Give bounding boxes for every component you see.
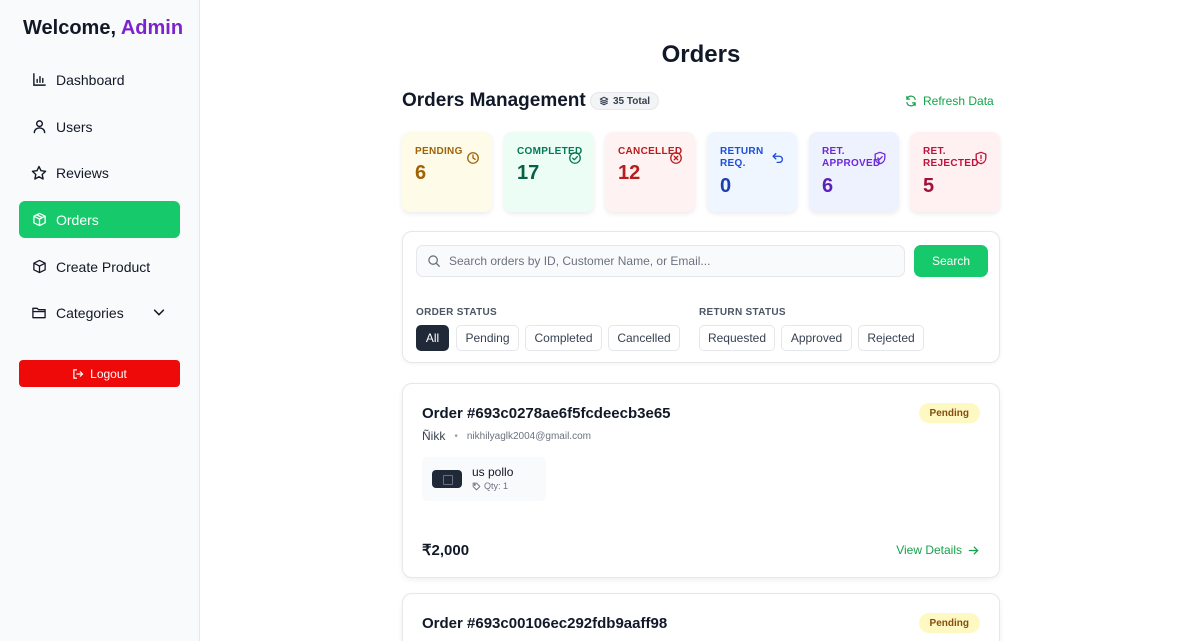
- status-badge: Pending: [918, 403, 980, 423]
- tag-icon: [472, 482, 484, 491]
- stat-label: CANCELLED: [618, 146, 683, 157]
- stat-value: 17: [517, 162, 540, 184]
- sidebar-item-label: Dashboard: [56, 71, 125, 88]
- x-circle-icon: [669, 151, 683, 165]
- logout-button[interactable]: Logout: [19, 360, 180, 387]
- stat-value: 5: [923, 175, 935, 197]
- sidebar-item-reviews[interactable]: Reviews: [19, 154, 180, 191]
- return-status-label: RETURN STATUS: [699, 307, 786, 318]
- total-badge: 35 Total: [590, 92, 660, 110]
- welcome-prefix: Welcome,: [23, 17, 116, 39]
- shield-check-icon: [873, 151, 887, 165]
- view-details-link[interactable]: View Details: [896, 543, 979, 557]
- separator-dot: •: [454, 430, 458, 442]
- order-id: Order #693c0278ae6f5fcdeecb3e65: [422, 405, 671, 422]
- filter-return-requested[interactable]: Requested: [699, 325, 775, 351]
- folder-icon: [31, 305, 47, 321]
- sidebar-item-label: Orders: [56, 211, 99, 228]
- view-details-label: View Details: [896, 543, 962, 557]
- order-item: us pollo Qty: 1: [422, 457, 546, 501]
- customer-name: Ñikk: [422, 429, 446, 443]
- stat-card-ret-approved[interactable]: RET. APPROVED 6: [809, 132, 899, 212]
- item-name: us pollo: [472, 465, 514, 479]
- customer-email: nikhilyaglk2004@gmail.com: [466, 430, 591, 442]
- filter-card: Search ORDER STATUS All Pending Complete…: [402, 231, 1000, 363]
- stat-card-return-req[interactable]: RETURN REQ. 0: [707, 132, 797, 212]
- search-box: [416, 245, 905, 277]
- stat-label: RETURN REQ.: [720, 146, 764, 169]
- star-icon: [31, 165, 47, 181]
- box-icon: [31, 259, 47, 275]
- search-input[interactable]: [449, 254, 889, 268]
- search-button[interactable]: Search: [914, 245, 988, 277]
- sidebar: Welcome, Admin Dashboard Users Reviews O…: [0, 0, 200, 641]
- order-card[interactable]: Order #693c0278ae6f5fcdeecb3e65 Pending …: [402, 383, 1000, 578]
- logout-label: Logout: [90, 366, 127, 381]
- order-price: ₹2,000: [422, 542, 470, 559]
- sidebar-item-categories[interactable]: Categories: [19, 294, 180, 331]
- order-card[interactable]: Order #693c00106ec292fdb9aaff98 Pending: [402, 593, 1000, 641]
- product-thumbnail: [432, 470, 462, 488]
- stat-label: PENDING: [415, 146, 463, 157]
- stat-value: 6: [822, 175, 834, 197]
- refresh-icon: [905, 95, 923, 107]
- welcome-name: Admin: [120, 17, 184, 39]
- undo-icon: [771, 151, 785, 165]
- shield-alert-icon: [974, 151, 988, 165]
- sidebar-item-create-product[interactable]: Create Product: [19, 248, 180, 285]
- sidebar-item-orders[interactable]: Orders: [19, 201, 180, 238]
- package-icon: [31, 212, 47, 228]
- order-status-label: ORDER STATUS: [416, 307, 498, 318]
- stat-label: RET. REJECTED: [923, 146, 979, 169]
- refresh-data-button[interactable]: Refresh Data: [905, 94, 994, 108]
- page-title: Orders: [661, 41, 741, 68]
- stat-card-ret-rejected[interactable]: RET. REJECTED 5: [910, 132, 1000, 212]
- status-badge: Pending: [918, 613, 980, 633]
- sidebar-item-label: Create Product: [56, 258, 151, 275]
- arrow-right-icon: [962, 545, 979, 556]
- filter-order-cancelled[interactable]: Cancelled: [608, 325, 680, 351]
- filter-return-approved[interactable]: Approved: [781, 325, 852, 351]
- filter-order-pending[interactable]: Pending: [456, 325, 519, 351]
- stat-card-completed[interactable]: COMPLETED 17: [504, 132, 594, 212]
- total-badge-label: 35 Total: [613, 95, 651, 107]
- user-icon: [31, 119, 47, 135]
- stat-value: 12: [618, 162, 641, 184]
- order-id: Order #693c00106ec292fdb9aaff98: [422, 615, 668, 632]
- bar-chart-icon: [31, 72, 47, 88]
- sidebar-item-label: Categories: [56, 304, 124, 321]
- sidebar-item-label: Users: [56, 118, 93, 135]
- search-icon: [427, 254, 441, 268]
- stat-label: RET. APPROVED: [822, 146, 881, 169]
- filter-return-rejected[interactable]: Rejected: [858, 325, 924, 351]
- stat-card-pending[interactable]: PENDING 6: [402, 132, 492, 212]
- stat-card-cancelled[interactable]: CANCELLED 12: [605, 132, 695, 212]
- clock-icon: [466, 151, 480, 165]
- layers-icon: [599, 96, 613, 106]
- item-quantity: Qty: 1: [472, 481, 508, 491]
- stat-label: COMPLETED: [517, 146, 583, 157]
- sidebar-item-users[interactable]: Users: [19, 108, 180, 145]
- section-title: Orders Management: [402, 90, 586, 111]
- stat-value: 0: [720, 175, 732, 197]
- sidebar-item-dashboard[interactable]: Dashboard: [19, 61, 180, 98]
- welcome-heading: Welcome, Admin: [23, 17, 183, 40]
- stat-value: 6: [415, 162, 427, 184]
- item-qty-label: Qty: 1: [484, 481, 509, 491]
- check-circle-icon: [568, 151, 582, 165]
- logout-icon: [72, 368, 90, 380]
- customer-info: Ñikk • nikhilyaglk2004@gmail.com: [422, 429, 591, 443]
- filter-order-completed[interactable]: Completed: [525, 325, 602, 351]
- chevron-down-icon[interactable]: [152, 305, 166, 319]
- sidebar-item-label: Reviews: [56, 164, 109, 181]
- filter-order-all[interactable]: All: [416, 325, 449, 351]
- refresh-label: Refresh Data: [923, 94, 994, 108]
